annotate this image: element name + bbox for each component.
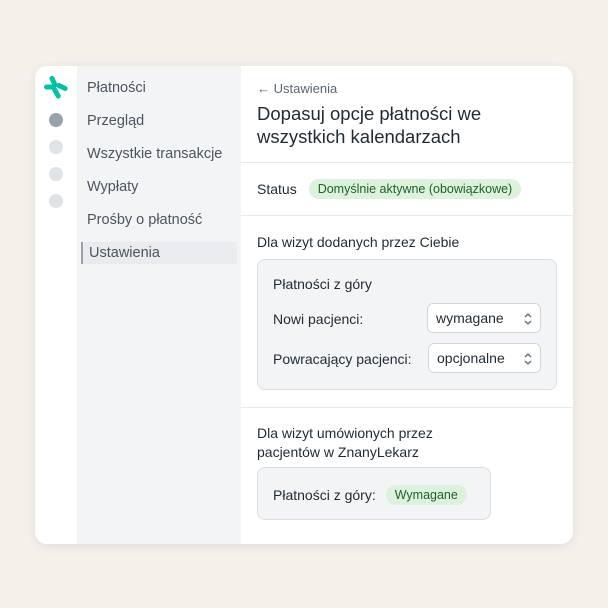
prepay-label: Płatności z góry: (273, 487, 376, 503)
rail-nav-icon-3[interactable] (49, 167, 63, 181)
sidebar-item-all-transactions[interactable]: Wszystkie transakcje (77, 144, 241, 177)
status-row: Status Domyślnie aktywne (obowiązkowe) (257, 179, 522, 199)
back-link[interactable]: ← Ustawienia (257, 81, 337, 96)
returning-patients-select[interactable]: opcjonalne (428, 343, 541, 373)
divider (241, 215, 573, 216)
page-title: Dopasuj opcje płatności we wszystkich ka… (257, 103, 482, 147)
returning-patients-label: Powracający pacjenci: (273, 351, 412, 367)
divider (241, 407, 573, 408)
prepay-row: Płatności z góry: Wymagane (273, 485, 467, 505)
main-panel: ← Ustawienia Dopasuj opcje płatności we … (241, 66, 573, 544)
returning-patients-row: Powracający pacjenci: (273, 351, 412, 367)
card-title: Płatności z góry (273, 276, 372, 292)
rail-nav-icon-4[interactable] (49, 194, 63, 208)
chevron-up-down-icon (524, 353, 532, 365)
new-patients-value: wymagane (436, 310, 504, 326)
status-label: Status (257, 181, 297, 197)
status-badge: Domyślnie aktywne (obowiązkowe) (308, 179, 522, 199)
sidebar-item-overview[interactable]: Przegląd (77, 111, 241, 144)
sidebar-item-settings[interactable]: Ustawienia (81, 242, 237, 264)
logo-icon[interactable] (43, 74, 69, 100)
patient-bookings-card: Płatności z góry: Wymagane (257, 467, 491, 520)
new-patients-label: Nowi pacjenci: (273, 311, 364, 327)
rail-nav-icon-2[interactable] (49, 140, 63, 154)
new-patients-select[interactable]: wymagane (427, 303, 541, 333)
section-title-own-visits: Dla wizyt dodanych przez Ciebie (257, 234, 460, 250)
sidebar-item-payouts[interactable]: Wypłaty (77, 177, 241, 210)
new-patients-row: Nowi pacjenci: (273, 311, 363, 327)
sidebar: Płatności Przegląd Wszystkie transakcje … (77, 66, 241, 544)
sidebar-heading-payments[interactable]: Płatności (77, 78, 241, 111)
chevron-up-down-icon (524, 313, 532, 325)
returning-patients-value: opcjonalne (437, 350, 505, 366)
rail-nav-icon-payments[interactable] (49, 113, 63, 127)
icon-rail (35, 66, 77, 544)
sidebar-item-payment-requests[interactable]: Prośby o płatność (77, 210, 241, 243)
divider (241, 162, 573, 163)
prepay-badge: Wymagane (385, 485, 467, 505)
app-window: Płatności Przegląd Wszystkie transakcje … (35, 66, 573, 544)
prepayment-settings-card: Płatności z góry Nowi pacjenci: wymagane… (257, 259, 557, 390)
section-title-patient-bookings: Dla wizyt umówionych przez pacjentów w Z… (257, 425, 433, 460)
